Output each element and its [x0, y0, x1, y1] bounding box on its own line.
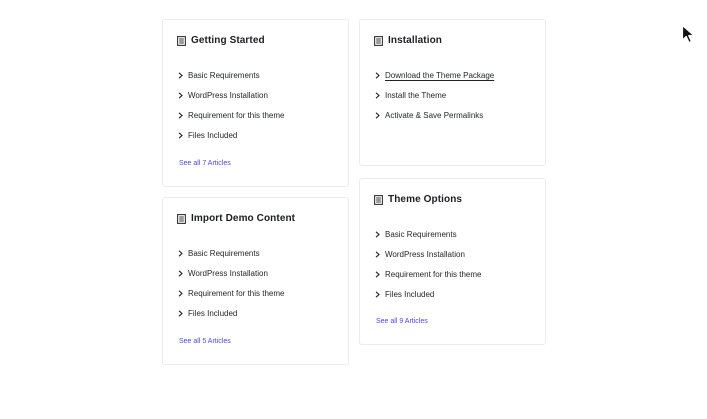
article-label: Requirement for this theme	[188, 288, 285, 298]
chevron-right-icon	[178, 249, 183, 257]
chevron-right-icon	[375, 271, 380, 278]
see-all-articles-link[interactable]: See all 5 Articles	[179, 338, 231, 345]
article-label: Basic Requirements	[385, 229, 457, 239]
article-link[interactable]: Download the Theme Package	[375, 65, 494, 85]
see-all-articles-link[interactable]: See all 7 Articles	[179, 160, 231, 167]
card-header: Import Demo Content	[177, 213, 295, 224]
article-label: WordPress Installation	[385, 249, 465, 259]
article-label: Activate & Save Permalinks	[385, 110, 484, 120]
article-link[interactable]: Requirement for this theme	[178, 105, 285, 125]
chevron-right-icon	[178, 290, 183, 297]
chevron-right-icon	[375, 92, 380, 99]
article-link[interactable]: Basic Requirements	[375, 224, 482, 244]
arrow-cursor-icon	[681, 24, 695, 44]
article-link[interactable]: WordPress Installation	[178, 85, 285, 105]
article-link[interactable]: Basic Requirements	[178, 65, 285, 85]
article-label: Install the Theme	[385, 90, 447, 100]
article-link[interactable]: Basic Requirements	[178, 243, 285, 263]
card-installation: Installation Download the Theme Package …	[359, 19, 546, 166]
article-link[interactable]: Activate & Save Permalinks	[375, 105, 494, 125]
article-label: Requirement for this theme	[188, 110, 285, 120]
chevron-right-icon	[178, 112, 183, 119]
article-label: Files Included	[188, 131, 238, 141]
article-label: Basic Requirements	[188, 248, 260, 258]
article-list: Basic Requirements WordPress Installatio…	[375, 224, 482, 305]
document-icon	[374, 35, 383, 46]
article-link[interactable]: Requirement for this theme	[375, 264, 482, 284]
chevron-right-icon	[375, 112, 380, 119]
chevron-right-icon	[178, 71, 183, 79]
card-header: Theme Options	[374, 194, 462, 205]
card-import-demo-content: Import Demo Content Basic Requirements W…	[162, 197, 349, 365]
article-link[interactable]: WordPress Installation	[178, 263, 285, 283]
card-header: Getting Started	[177, 35, 265, 46]
card-theme-options: Theme Options Basic Requirements WordPre…	[359, 178, 546, 345]
chevron-right-icon	[178, 92, 183, 99]
article-link[interactable]: Install the Theme	[375, 85, 494, 105]
article-link[interactable]: Files Included	[178, 304, 285, 324]
see-all-articles-link[interactable]: See all 9 Articles	[376, 318, 428, 325]
card-title: Theme Options	[388, 194, 463, 205]
article-link[interactable]: Files Included	[375, 285, 482, 305]
article-label: WordPress Installation	[188, 90, 268, 100]
article-list: Basic Requirements WordPress Installatio…	[178, 65, 285, 146]
chevron-right-icon	[375, 230, 380, 238]
article-link[interactable]: Requirement for this theme	[178, 283, 285, 303]
card-header: Installation	[374, 35, 442, 46]
document-icon	[374, 194, 383, 205]
article-label: Files Included	[385, 290, 435, 300]
article-label: Files Included	[188, 309, 238, 319]
article-list: Download the Theme Package Install the T…	[375, 65, 494, 126]
chevron-right-icon	[178, 270, 183, 277]
article-list: Basic Requirements WordPress Installatio…	[178, 243, 285, 324]
card-title: Getting Started	[191, 35, 265, 46]
card-title: Import Demo Content	[191, 213, 296, 224]
chevron-right-icon	[375, 291, 380, 298]
article-link[interactable]: WordPress Installation	[375, 244, 482, 264]
card-getting-started: Getting Started Basic Requirements WordP…	[162, 19, 349, 187]
document-icon	[177, 35, 186, 46]
chevron-right-icon	[178, 310, 183, 317]
document-icon	[177, 213, 186, 224]
article-link[interactable]: Files Included	[178, 126, 285, 146]
article-label: Requirement for this theme	[385, 269, 482, 279]
article-label: Basic Requirements	[188, 70, 260, 80]
chevron-right-icon	[375, 251, 380, 258]
chevron-right-icon	[375, 71, 380, 79]
article-label: Download the Theme Package	[385, 70, 495, 80]
card-title: Installation	[388, 35, 442, 46]
article-label: WordPress Installation	[188, 268, 268, 278]
chevron-right-icon	[178, 132, 183, 139]
